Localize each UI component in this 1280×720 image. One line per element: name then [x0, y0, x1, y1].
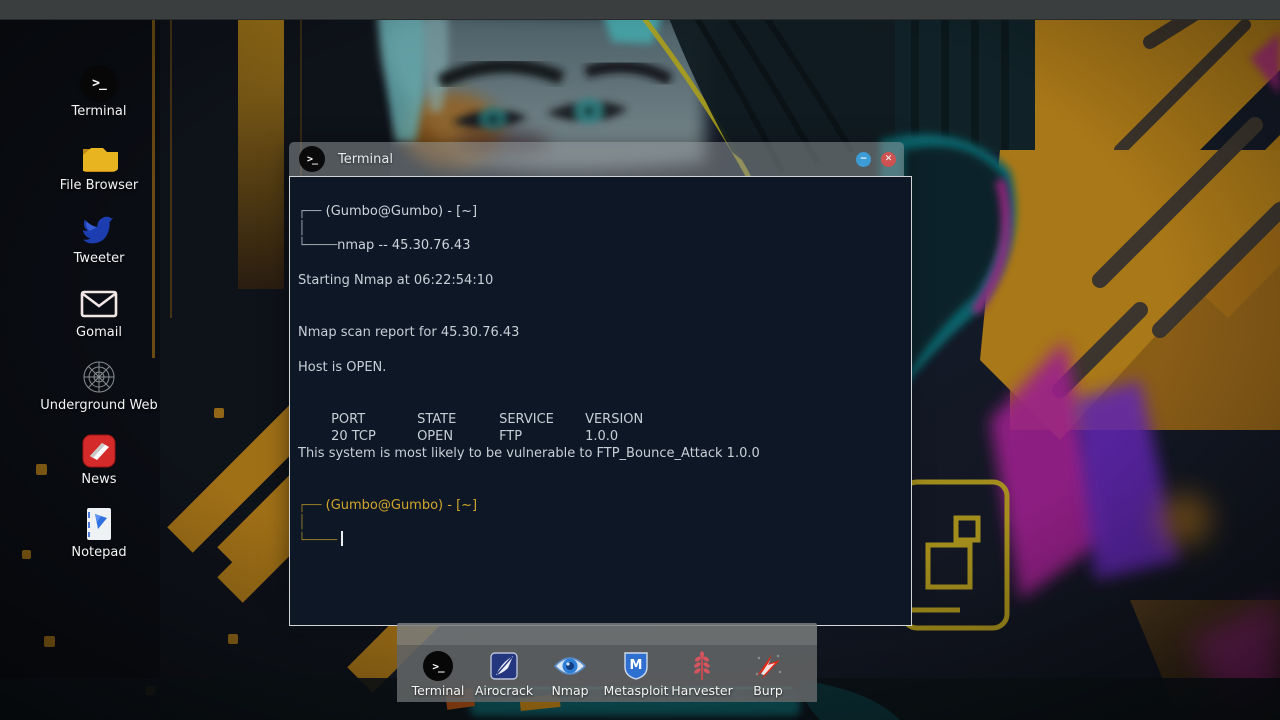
desktop-icon-gomail[interactable]: Gomail [29, 285, 169, 340]
terminal-icon: >_ [423, 650, 453, 682]
output-line: Starting Nmap at 06:22:54:10 [298, 273, 494, 288]
output-line: Nmap scan report for 45.30.76.43 [298, 325, 520, 340]
shield-m-icon: M [622, 650, 650, 682]
desktop-icon-terminal[interactable]: >_ Terminal [29, 64, 169, 119]
desktop-icon-tweeter[interactable]: Tweeter [29, 211, 169, 266]
desktop-icon-label: Underground Web [40, 398, 158, 413]
command-line: └────nmap -- 45.30.76.43 [298, 238, 471, 253]
prompt-line: ┌── (Gumbo@Gumbo) - [~] [298, 498, 478, 513]
dock: >_ Terminal Airocrack Nmap M Metasploit … [397, 645, 817, 702]
prompt-line: ┌── (Gumbo@Gumbo) - [~] [298, 204, 478, 219]
dock-item-metasploit[interactable]: M Metasploit [603, 645, 669, 702]
desktop-icon-news[interactable]: News [29, 432, 169, 487]
dock-shelf [397, 623, 817, 645]
bird-icon [29, 211, 169, 249]
desktop-icon-file-browser[interactable]: File Browser [29, 138, 169, 193]
desktop-screen: >_ Terminal File Browser Tweeter Gomail … [0, 0, 1280, 720]
feather-shield-icon [490, 650, 518, 682]
dock-item-label: Terminal [411, 683, 465, 698]
dock-item-airocrack[interactable]: Airocrack [471, 645, 537, 702]
desktop-icon-label: News [81, 472, 117, 487]
svg-text:M: M [630, 658, 643, 673]
eye-icon [553, 650, 587, 682]
web-emblem-icon [29, 358, 169, 396]
notepad-icon [29, 505, 169, 543]
minimize-button[interactable]: − [856, 151, 871, 167]
close-button[interactable]: ✕ [881, 151, 896, 167]
desktop-icon-label: Gomail [76, 325, 122, 340]
desktop-icon-label: Notepad [71, 545, 127, 560]
terminal-window: >_ Terminal − ✕ ┌── (Gumbo@Gumbo) - [~] … [289, 142, 912, 626]
desktop-icon-label: Tweeter [73, 251, 125, 266]
desktop-icon-label: File Browser [59, 178, 139, 193]
dock-item-label: Harvester [671, 683, 733, 698]
window-titlebar[interactable]: >_ Terminal − ✕ [289, 142, 904, 176]
dock-item-terminal[interactable]: >_ Terminal [405, 645, 471, 702]
dock-item-label: Metasploit [603, 683, 669, 698]
dock-item-label: Burp [753, 683, 783, 698]
window-title: Terminal [338, 151, 393, 167]
dock-item-label: Airocrack [474, 683, 534, 698]
folder-icon [29, 138, 169, 176]
terminal-output-area[interactable]: ┌── (Gumbo@Gumbo) - [~] │ └────nmap -- 4… [289, 176, 912, 626]
prompt-line: │ [298, 221, 306, 236]
news-icon [29, 432, 169, 470]
prompt-line: │ [298, 515, 306, 530]
dock-item-label: Nmap [551, 683, 589, 698]
prompt-line-active: └──── [298, 531, 911, 548]
desktop-icon-notepad[interactable]: Notepad [29, 505, 169, 560]
dock-item-harvester[interactable]: Harvester [669, 645, 735, 702]
wheat-icon [692, 650, 712, 682]
text-cursor [341, 531, 344, 546]
desktop-icon-underground-web[interactable]: Underground Web [29, 358, 169, 413]
terminal-icon: >_ [299, 146, 325, 172]
desktop-icon-label: Terminal [71, 104, 127, 119]
output-line: Host is OPEN. [298, 360, 387, 375]
scan-table-header: PORT STATE SERVICE VERSION [331, 412, 644, 427]
envelope-icon [29, 285, 169, 323]
vulnerability-line: This system is most likely to be vulnera… [298, 446, 760, 461]
dock-item-nmap[interactable]: Nmap [537, 645, 603, 702]
terminal-icon: >_ [29, 64, 169, 102]
dock-item-burp[interactable]: Burp [735, 645, 801, 702]
flame-bolt-icon [753, 650, 783, 682]
top-panel [0, 0, 1280, 20]
